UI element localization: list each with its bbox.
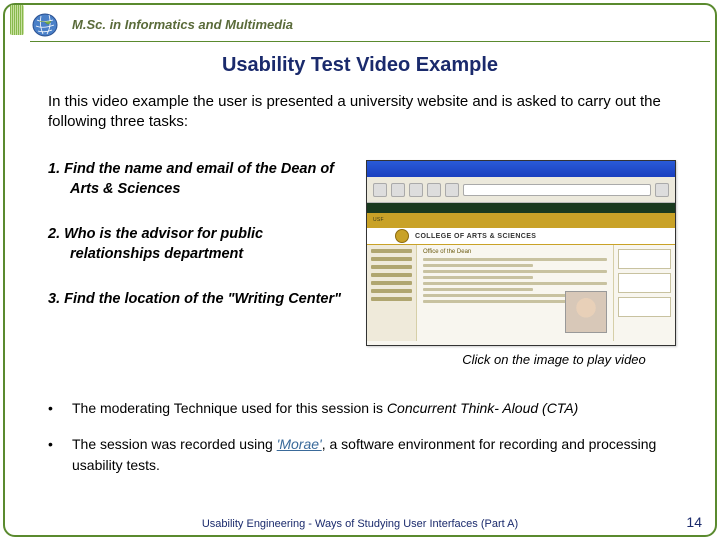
binder-spine-decoration (10, 5, 24, 35)
site-right-sidebar (613, 245, 675, 341)
technique-name: Concurrent Think- Aloud (CTA) (387, 400, 578, 416)
slide-footer: Usability Engineering - Ways of Studying… (0, 518, 720, 530)
site-main-content: Office of the Dean (417, 245, 613, 341)
task-item: 2. Who is the advisor for public relatio… (48, 225, 348, 264)
globe-logo-icon (30, 11, 64, 39)
note-text: The moderating Technique used for this s… (72, 400, 387, 416)
page-number: 14 (686, 514, 702, 530)
content-section-heading: Office of the Dean (423, 249, 607, 255)
task-list: 1. Find the name and email of the Dean o… (48, 160, 348, 367)
task-item: 3. Find the location of the "Writing Cen… (48, 290, 348, 310)
note-text: The session was recorded using (72, 436, 277, 452)
site-left-nav (367, 245, 417, 341)
software-link[interactable]: 'Morae' (277, 436, 322, 452)
note-item: • The session was recorded using 'Morae'… (48, 434, 688, 475)
slide-header: M.Sc. in Informatics and Multimedia (30, 8, 710, 42)
video-thumbnail[interactable]: USF COLLEGE OF ARTS & SCIENCES Office of… (366, 160, 676, 346)
task-item: 1. Find the name and email of the Dean o… (48, 160, 348, 199)
browser-viewport: USF COLLEGE OF ARTS & SCIENCES Office of… (367, 203, 675, 345)
thumbnail-caption: Click on the image to play video (412, 352, 646, 367)
intro-text: In this video example the user is presen… (48, 92, 682, 133)
note-item: • The moderating Technique used for this… (48, 398, 688, 418)
slide-title: Usability Test Video Example (0, 54, 720, 77)
notes-list: • The moderating Technique used for this… (48, 398, 688, 491)
browser-titlebar (367, 161, 675, 177)
seal-icon (395, 229, 409, 243)
college-heading: COLLEGE OF ARTS & SCIENCES (415, 233, 536, 240)
participant-face-overlay (565, 291, 607, 333)
browser-toolbar (367, 177, 675, 203)
program-title: M.Sc. in Informatics and Multimedia (72, 17, 293, 32)
